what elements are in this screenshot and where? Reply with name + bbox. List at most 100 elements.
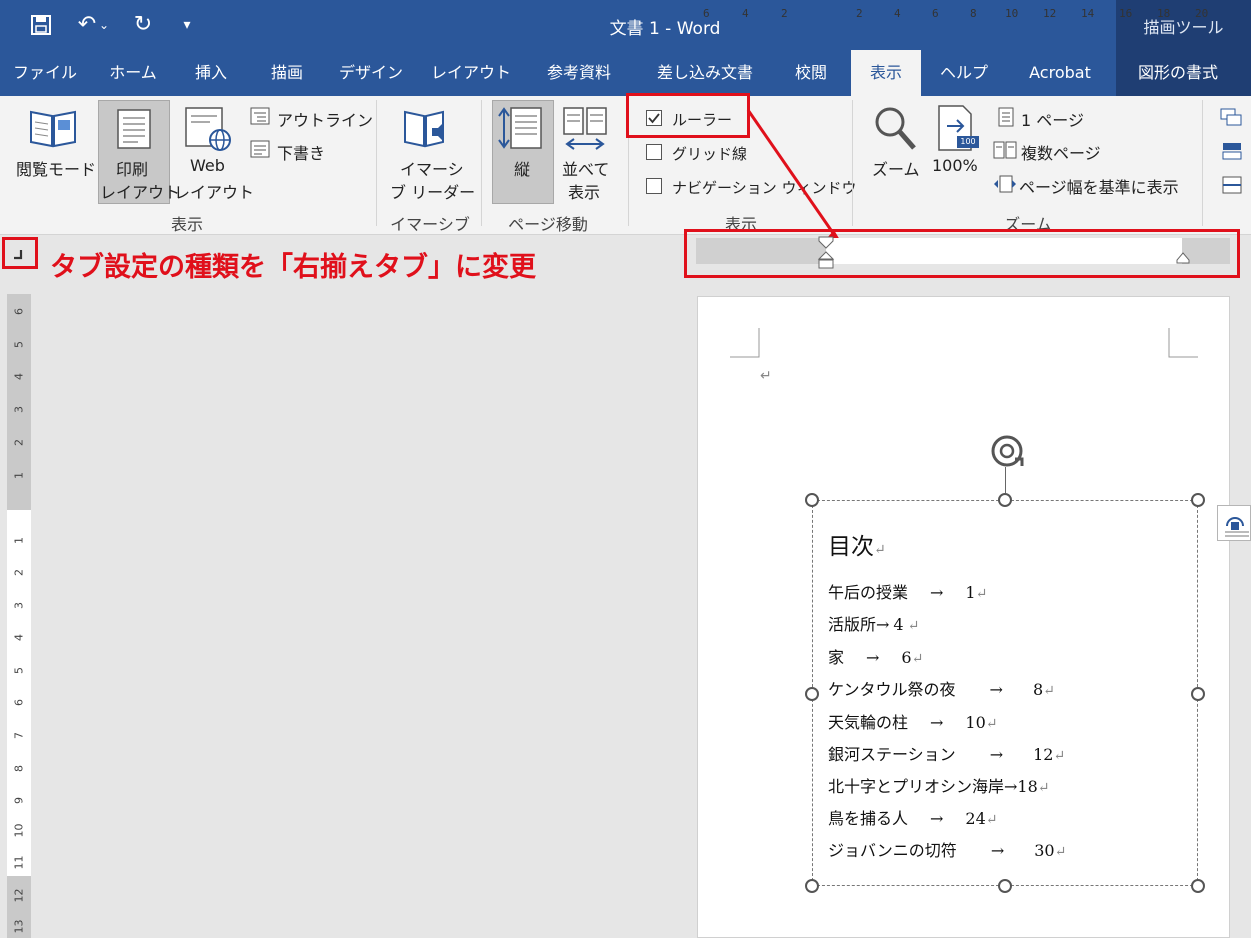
vruler-tick: 5 (12, 667, 26, 674)
group-separator (481, 100, 482, 226)
zoom-button[interactable]: ズーム (872, 156, 920, 180)
read-mode-button[interactable]: 閲覧モード (16, 156, 96, 180)
rotate-handle-icon[interactable] (989, 433, 1025, 469)
ruler-tick: 6 (932, 7, 939, 20)
toc-entry[interactable]: 銀河ステーション → 12↵ (828, 741, 1065, 765)
vruler-tick: 9 (12, 797, 26, 804)
outline-button[interactable]: アウトライン (277, 107, 373, 131)
web-layout-label-1[interactable]: Web (190, 156, 225, 175)
side-by-side-label-1[interactable]: 並べて (562, 156, 609, 180)
vruler-tick: 10 (12, 823, 26, 838)
toc-entry[interactable]: 天気輪の柱 → 10↵ (828, 709, 998, 733)
zoom-icon (872, 104, 918, 156)
resize-handle-right[interactable] (1191, 687, 1205, 701)
toc-entry[interactable]: 北十字とプリオシン海岸→18↵ (828, 773, 1050, 797)
page-movement-group-label: ページ移動 (508, 215, 588, 234)
tab-file[interactable]: ファイル (4, 50, 86, 96)
vertical-scroll-icon (497, 106, 545, 154)
rotate-connector (1005, 467, 1006, 493)
ruler-tick: 18 (1157, 7, 1171, 20)
vruler-tick: 13 (12, 919, 26, 934)
vruler-tick: 6 (12, 308, 26, 315)
toc-entry[interactable]: ジョバンニの切符 → 30↵ (828, 837, 1066, 861)
paragraph-mark: ↵ (760, 368, 772, 384)
vruler-tick: 4 (12, 373, 26, 380)
zoom-100-button[interactable]: 100% (932, 156, 978, 175)
undo-dropdown-icon[interactable]: ⌄ (96, 10, 112, 40)
outline-icon (250, 107, 270, 129)
toc-entry[interactable]: 午后の授業 → 1↵ (828, 579, 987, 603)
vruler-tick: 2 (12, 439, 26, 446)
tab-help[interactable]: ヘルプ (928, 50, 1000, 96)
one-page-button[interactable]: 1 ページ (1021, 107, 1084, 131)
toc-entry[interactable]: 家 → 6↵ (828, 644, 923, 668)
ruler-tick: 8 (970, 7, 977, 20)
tab-view[interactable]: 表示 (851, 50, 921, 96)
vruler-tick: 11 (12, 855, 26, 870)
web-layout-label-2[interactable]: レイアウト (174, 179, 254, 203)
ruler-tick: 12 (1043, 7, 1057, 20)
page-width-icon (993, 175, 1017, 197)
tab-layout[interactable]: レイアウト (424, 50, 518, 96)
immersive-reader-label-2[interactable]: ブ リーダー (390, 179, 475, 203)
redo-icon[interactable]: ↻ (128, 10, 158, 40)
immersive-reader-label-1[interactable]: イマーシ (400, 156, 464, 180)
tab-shape-format[interactable]: 図形の書式 (1118, 50, 1238, 96)
vertical-label: 縦 (514, 160, 531, 179)
margin-corner-right (1168, 328, 1198, 358)
draft-icon (250, 140, 270, 162)
tab-references[interactable]: 参考資料 (530, 50, 628, 96)
resize-handle-bottom-left[interactable] (805, 879, 819, 893)
resize-handle-top-right[interactable] (1191, 493, 1205, 507)
vruler-tick: 3 (12, 602, 26, 609)
customize-qat-icon[interactable]: ▾ (172, 10, 202, 40)
toc-entry[interactable]: 活版所→ 4 ↵ (828, 611, 919, 635)
tab-draw[interactable]: 描画 (254, 50, 320, 96)
group-separator (1202, 100, 1203, 226)
resize-handle-top-left[interactable] (805, 493, 819, 507)
ruler-tick: 16 (1119, 7, 1133, 20)
window-title: 文書 1 - Word (609, 19, 721, 39)
tab-insert[interactable]: 挿入 (178, 50, 244, 96)
layout-options-button[interactable] (1217, 505, 1251, 541)
annotation-text: タブ設定の種類を「右揃えタブ」に変更 (50, 252, 536, 283)
right-tab-icon[interactable] (12, 246, 26, 265)
page-width-button[interactable]: ページ幅を基準に表示 (1019, 174, 1179, 198)
vruler-tick: 7 (12, 732, 26, 739)
vruler-tick: 6 (12, 699, 26, 706)
vruler-tick: 3 (12, 406, 26, 413)
new-window-icon[interactable] (1220, 108, 1242, 130)
toc-entry[interactable]: ケンタウル祭の夜 → 8↵ (828, 676, 1055, 700)
toc-title[interactable]: 目次↵ (828, 527, 886, 561)
ruler-tick: 4 (894, 7, 901, 20)
ruler-checkbox-highlight (626, 93, 750, 138)
group-separator (376, 100, 377, 226)
toc-entry[interactable]: 鳥を捕る人 → 24↵ (828, 805, 998, 829)
print-layout-label-1: 印刷 (116, 160, 149, 179)
read-mode-icon (28, 106, 78, 154)
tab-design[interactable]: デザイン (328, 50, 414, 96)
one-page-icon (998, 107, 1014, 131)
vruler-tick: 2 (12, 569, 26, 576)
resize-handle-top[interactable] (998, 493, 1012, 507)
vruler-tick: 5 (12, 341, 26, 348)
vruler-tick: 1 (12, 537, 26, 544)
draft-button[interactable]: 下書き (277, 140, 325, 164)
multiple-pages-button[interactable]: 複数ページ (1021, 140, 1101, 164)
resize-handle-bottom[interactable] (998, 879, 1012, 893)
arrange-all-icon[interactable] (1222, 142, 1242, 164)
tab-home[interactable]: ホーム (96, 50, 170, 96)
split-icon[interactable] (1222, 176, 1242, 198)
side-by-side-label-2[interactable]: 表示 (568, 179, 600, 203)
vruler-tick: 8 (12, 765, 26, 772)
resize-handle-bottom-right[interactable] (1191, 879, 1205, 893)
resize-handle-left[interactable] (805, 687, 819, 701)
ruler-tick: 10 (1005, 7, 1019, 20)
zoom-100-badge: 100 (960, 137, 976, 146)
immersive-reader-icon (402, 106, 452, 154)
multiple-pages-icon (993, 141, 1017, 163)
ruler-tick: 20 (1195, 7, 1209, 20)
side-by-side-icon (562, 106, 608, 154)
save-icon[interactable] (26, 10, 56, 40)
tab-acrobat[interactable]: Acrobat (1012, 50, 1108, 96)
